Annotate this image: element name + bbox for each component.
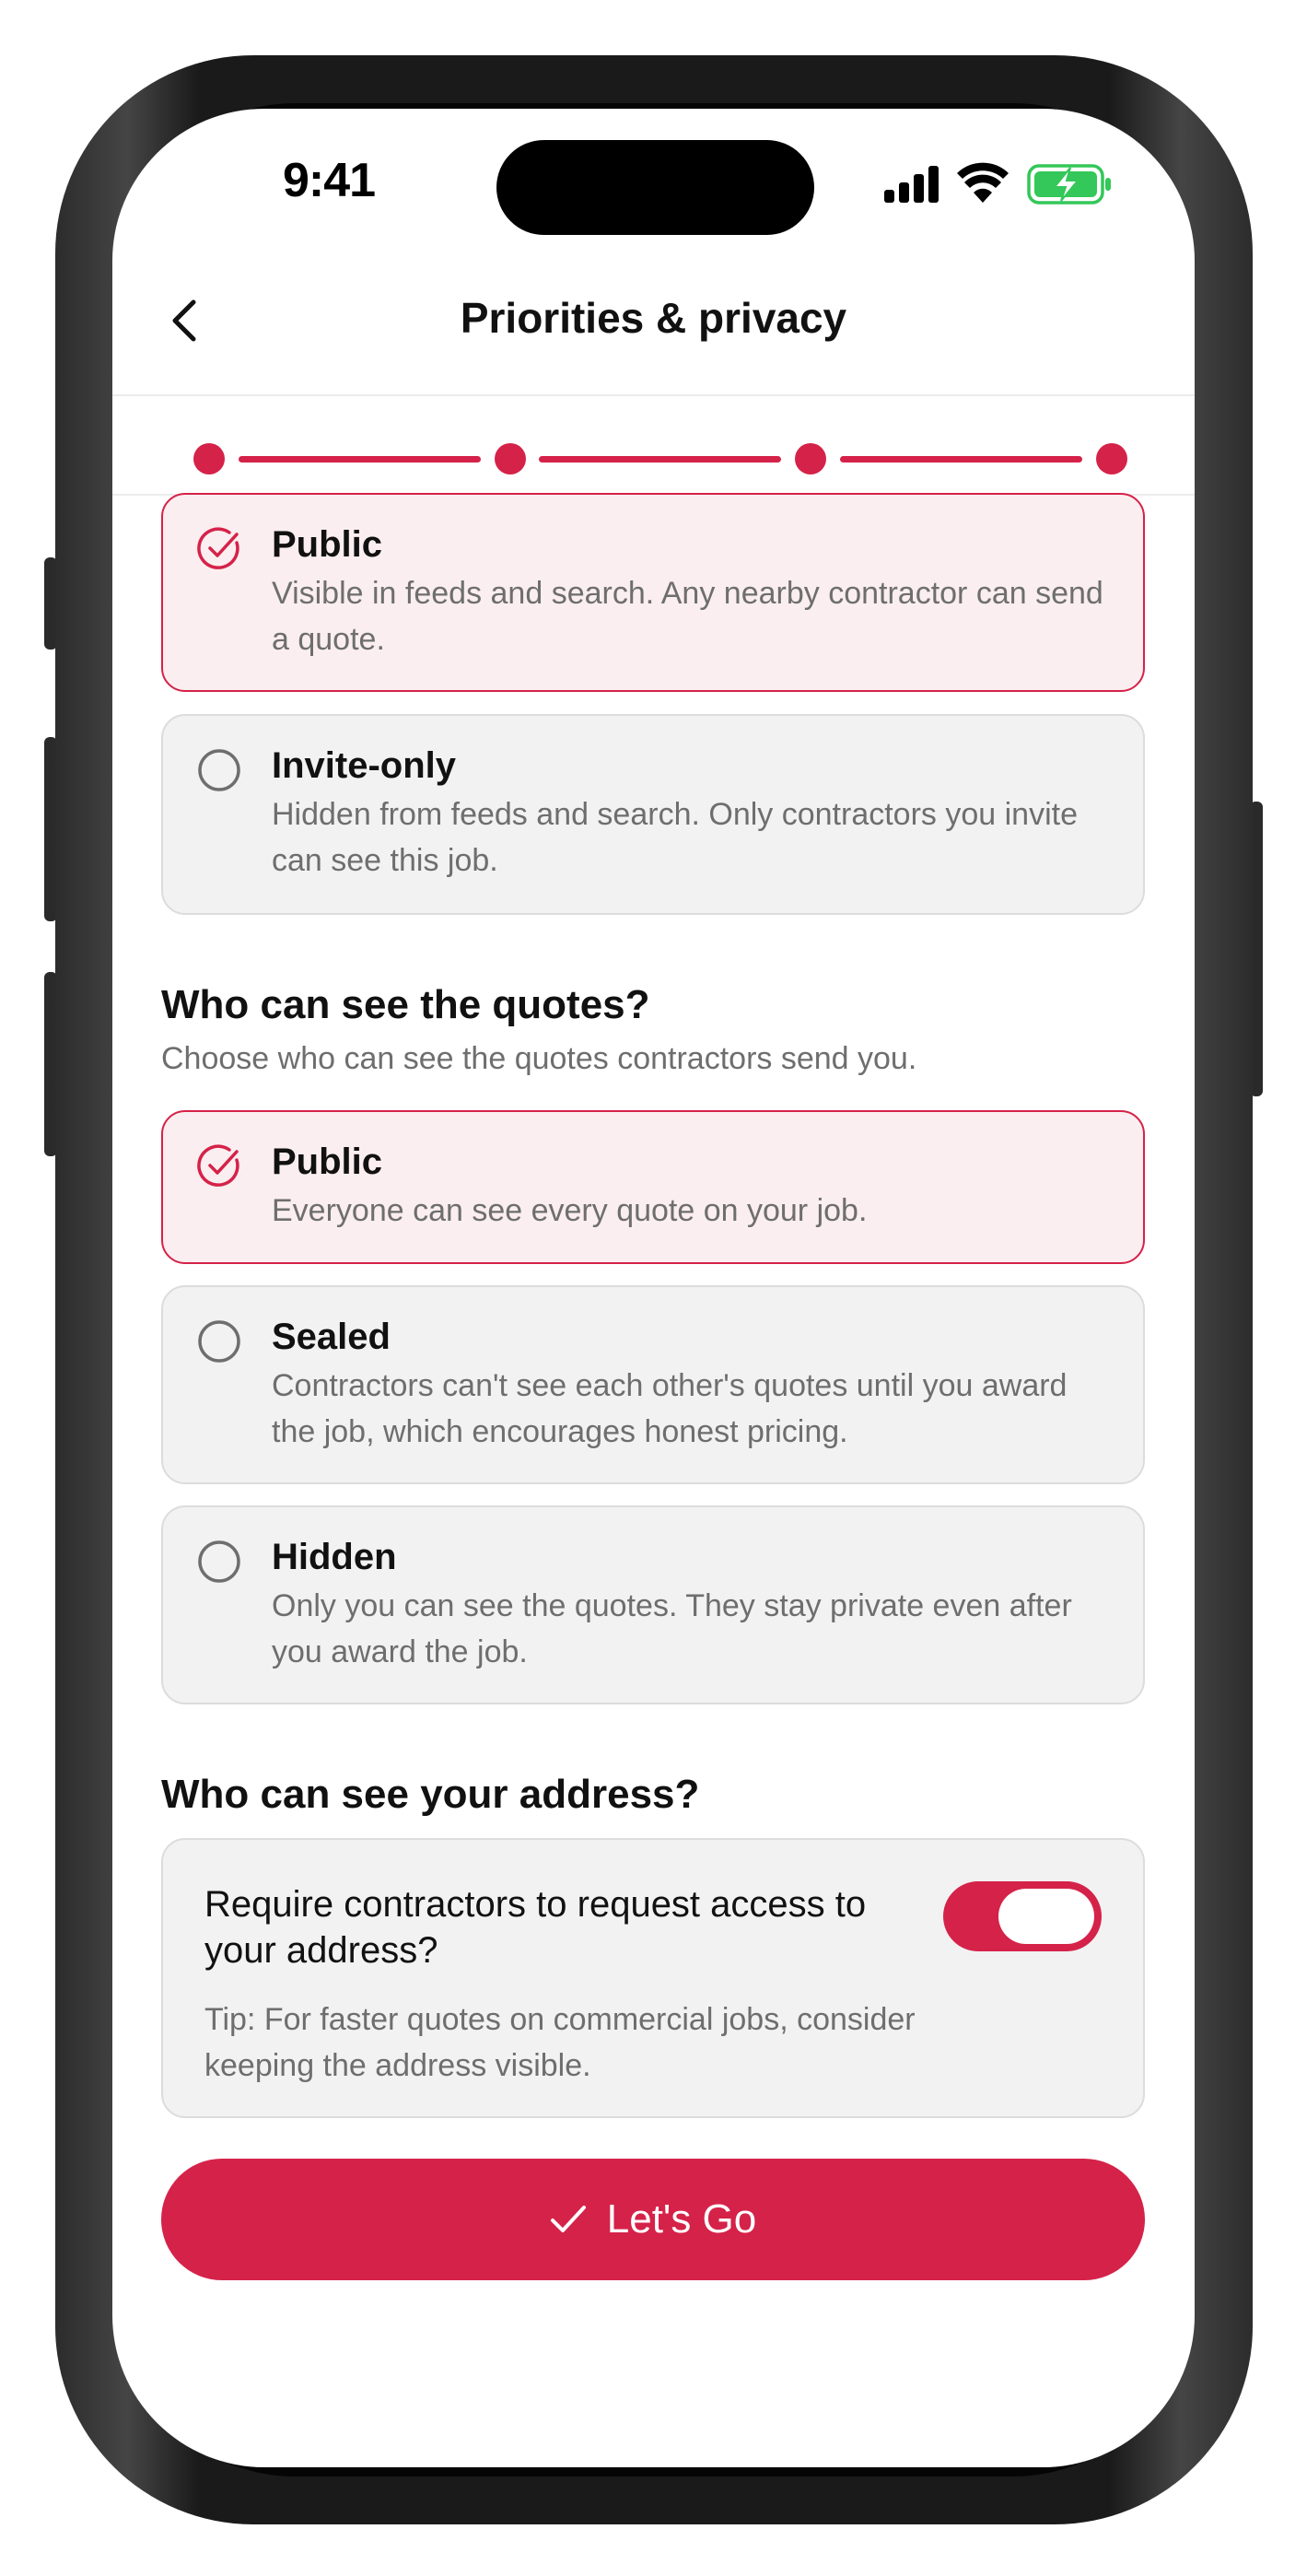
option-description: Contractors can't see each other's quote… <box>272 1368 1068 1449</box>
option-title: Public <box>272 1142 383 1182</box>
step-connector-1 <box>239 456 481 463</box>
address-tip: Tip: For faster quotes on commercial job… <box>204 2002 916 2083</box>
lets-go-label: Let's Go <box>606 2196 757 2242</box>
check-circle-icon <box>197 1144 239 1187</box>
address-access-question: Require contractors to request access to… <box>204 1884 867 1971</box>
address-section-heading: Who can see your address? <box>161 1772 700 1817</box>
job-visibility-option-invite-only[interactable]: Invite-only Hidden from feeds and search… <box>161 714 1145 915</box>
radio-empty-icon <box>198 1540 240 1583</box>
dynamic-island <box>496 140 814 235</box>
quotes-section-heading: Who can see the quotes? <box>161 982 650 1027</box>
status-time: 9:41 <box>282 154 376 207</box>
back-chevron-icon[interactable] <box>158 293 214 348</box>
option-description: Only you can see the quotes. They stay p… <box>272 1588 1072 1669</box>
progress-stepper <box>112 413 1195 505</box>
quotes-option-hidden[interactable]: Hidden Only you can see the quotes. They… <box>161 1505 1145 1704</box>
address-access-card: Require contractors to request access to… <box>161 1838 1145 2118</box>
check-icon <box>550 2206 586 2232</box>
app-screen: 9:41 Priorities & privacy Public Visible… <box>112 109 1195 2467</box>
option-description: Everyone can see every quote on your job… <box>272 1193 868 1228</box>
step-connector-2 <box>539 456 781 463</box>
option-title: Invite-only <box>272 745 457 786</box>
address-access-toggle[interactable] <box>943 1881 1102 1951</box>
option-title: Sealed <box>272 1317 391 1357</box>
toggle-knob <box>998 1889 1094 1944</box>
option-title: Public <box>272 524 383 565</box>
wifi-icon <box>957 162 1009 203</box>
option-description: Hidden from feeds and search. Only contr… <box>272 797 1078 878</box>
check-circle-icon <box>197 527 239 569</box>
option-title: Hidden <box>272 1537 397 1577</box>
signal-icon <box>884 166 939 203</box>
radio-empty-icon <box>198 1320 240 1363</box>
step-4-dot <box>1096 443 1127 474</box>
header-divider <box>112 394 1195 396</box>
step-1-dot <box>193 443 225 474</box>
lets-go-button[interactable]: Let's Go <box>161 2159 1145 2280</box>
quotes-option-sealed[interactable]: Sealed Contractors can't see each other'… <box>161 1285 1145 1484</box>
step-connector-3 <box>840 456 1082 463</box>
radio-empty-icon <box>198 749 240 791</box>
job-visibility-option-public[interactable]: Public Visible in feeds and search. Any … <box>161 493 1145 692</box>
battery-charging-icon <box>1027 164 1111 205</box>
page-title: Priorities & privacy <box>460 294 847 342</box>
quotes-option-public[interactable]: Public Everyone can see every quote on y… <box>161 1110 1145 1264</box>
step-3-dot <box>795 443 826 474</box>
step-2-dot <box>495 443 526 474</box>
option-description: Visible in feeds and search. Any nearby … <box>272 576 1103 657</box>
quotes-section-subtitle: Choose who can see the quotes contractor… <box>161 1041 917 1076</box>
